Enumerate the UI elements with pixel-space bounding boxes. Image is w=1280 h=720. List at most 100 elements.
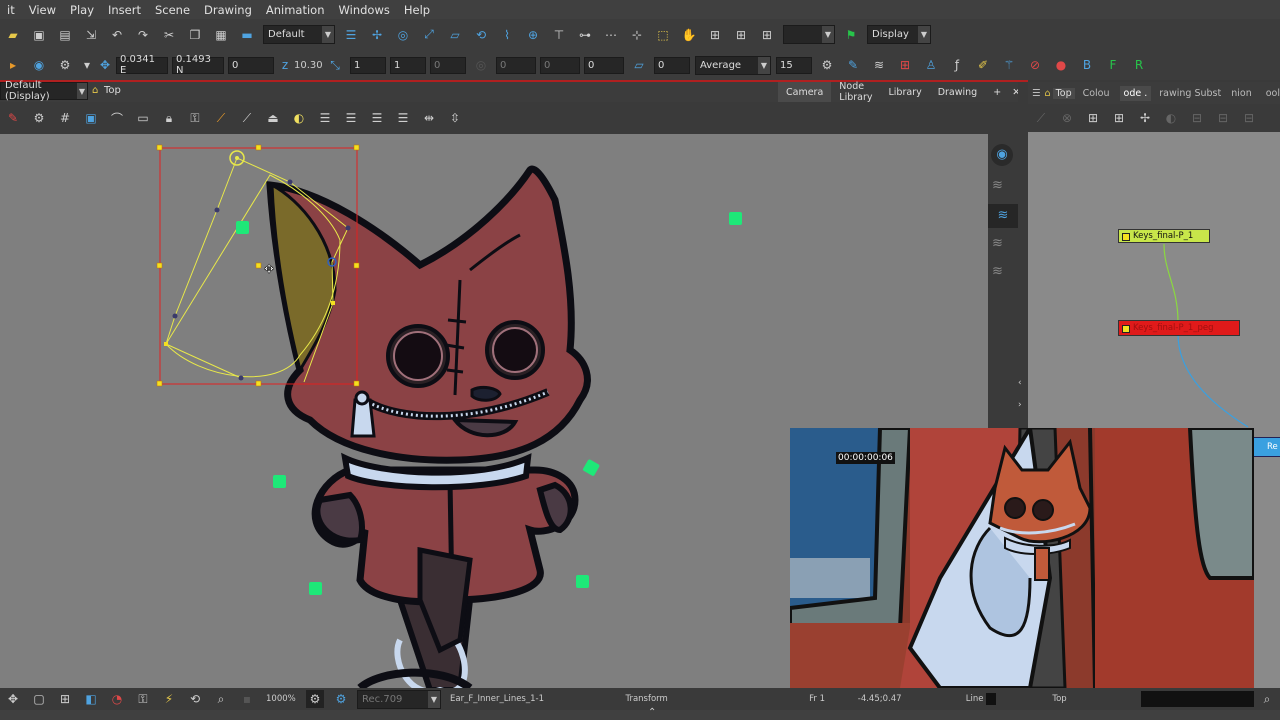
person-icon[interactable]: ♙ xyxy=(922,56,940,74)
pencil-tool-icon[interactable]: ✎ xyxy=(4,109,22,127)
lock-all-icon[interactable]: ⚿ xyxy=(186,109,204,127)
advanced-settings-icon[interactable]: ⚙ xyxy=(818,56,836,74)
transform-icon[interactable]: ⤢ xyxy=(420,26,438,44)
lock-icon[interactable]: 🔒︎ xyxy=(160,109,178,127)
grid-red-icon[interactable]: ⊞ xyxy=(896,56,914,74)
green-f-icon[interactable]: F xyxy=(1104,56,1122,74)
stack-b-icon[interactable]: ☰ xyxy=(342,109,360,127)
onion-icon[interactable]: ⌒ xyxy=(108,109,126,127)
grid-a-icon[interactable]: ⊞ xyxy=(706,26,724,44)
view-breadcrumb[interactable]: Top xyxy=(104,85,121,96)
rotate-a-field[interactable]: 0 xyxy=(496,56,536,74)
scale-x-field[interactable]: 1 xyxy=(350,56,386,74)
function-icon[interactable]: ƒ xyxy=(948,56,966,74)
menu-scene[interactable]: Scene xyxy=(148,3,197,17)
expand-up-icon[interactable]: ⌃ xyxy=(648,707,656,718)
layers-icon[interactable]: ≋ xyxy=(870,56,888,74)
bezier-corner-point[interactable] xyxy=(164,342,168,346)
tab-camera[interactable]: Camera xyxy=(778,82,832,102)
pivot-icon[interactable]: ⊹ xyxy=(628,26,646,44)
line-swatch[interactable] xyxy=(985,693,997,705)
eraser-icon[interactable]: ⊘ xyxy=(1026,56,1044,74)
colour-space-select[interactable]: Rec.709 ▼ xyxy=(357,689,441,709)
crosshair-icon[interactable]: ⊕ xyxy=(524,26,542,44)
flip-v-icon[interactable]: ⇳ xyxy=(446,109,464,127)
stack-d-icon[interactable]: ☰ xyxy=(394,109,412,127)
palette-select[interactable]: Default ▼ xyxy=(263,25,335,44)
status-lock-icon[interactable]: ⚿ xyxy=(134,690,152,708)
stack-c-icon[interactable]: ☰ xyxy=(368,109,386,127)
line-tool-icon[interactable]: ⟋ xyxy=(238,109,256,127)
cut-icon[interactable]: ✂ xyxy=(160,26,178,44)
zoom-level[interactable]: 1000% xyxy=(266,694,302,704)
scale-y-field[interactable]: 1 xyxy=(390,56,426,74)
contour-icon[interactable]: ⌇ xyxy=(498,26,516,44)
collapse-right-icon[interactable]: › xyxy=(1018,400,1022,410)
skew-icon[interactable]: ▱ xyxy=(446,26,464,44)
red-sphere-icon[interactable]: ● xyxy=(1052,56,1070,74)
node-search-field[interactable] xyxy=(1140,691,1254,707)
target-icon[interactable]: ◎ xyxy=(394,26,412,44)
undo-icon[interactable]: ↶ xyxy=(108,26,126,44)
bulb-icon[interactable]: ◐ xyxy=(290,109,308,127)
layers-c-icon[interactable]: ≋ xyxy=(992,236,1003,251)
brush-preset-icon[interactable]: ▬ xyxy=(238,26,256,44)
green-r-icon[interactable]: R xyxy=(1130,56,1148,74)
node-search-icon[interactable]: ⌕ xyxy=(1258,690,1276,708)
node-partial[interactable]: Re xyxy=(1252,437,1280,457)
align-icon[interactable]: ⊤ xyxy=(550,26,568,44)
skew-field[interactable]: 0 xyxy=(654,56,690,74)
collapse-left-icon[interactable]: ‹ xyxy=(1018,378,1022,388)
snap-icon[interactable]: ◉ xyxy=(30,56,48,74)
safe-area-icon[interactable]: ▣ xyxy=(82,109,100,127)
hand-icon[interactable]: ✋ xyxy=(680,26,698,44)
tab-library[interactable]: Library xyxy=(880,82,929,102)
rotate-b-field[interactable]: 0 xyxy=(540,56,580,74)
status-grid-icon[interactable]: ⊞ xyxy=(56,690,74,708)
status-camera-icon[interactable]: ◧ xyxy=(82,690,100,708)
flag-icon[interactable]: ⚑ xyxy=(842,26,860,44)
rotate-icon[interactable]: ⟲ xyxy=(472,26,490,44)
ease-icon[interactable]: ⋯ xyxy=(602,26,620,44)
save-icon[interactable]: ▣ xyxy=(30,26,48,44)
menu-help[interactable]: Help xyxy=(397,3,437,17)
y-field[interactable]: 0.1493 N xyxy=(172,54,224,76)
eye-icon[interactable]: ◉ xyxy=(991,144,1013,166)
keyframe-icon[interactable]: ⊶ xyxy=(576,26,594,44)
settings-icon[interactable]: ⚙ xyxy=(56,56,74,74)
save-all-icon[interactable]: ▤ xyxy=(56,26,74,44)
status-gear-blue-icon[interactable]: ⚙ xyxy=(332,690,350,708)
status-gear-icon[interactable]: ⚙ xyxy=(306,690,324,708)
smooth-value-field[interactable]: 15 xyxy=(776,56,812,74)
node-keys-final-peg[interactable]: Keys_final-P_1_peg xyxy=(1118,320,1240,336)
home-icon[interactable]: ⌂ xyxy=(92,85,98,96)
arrow-tool-icon[interactable]: ▸ xyxy=(4,56,22,74)
bbox-icon[interactable]: ⬚ xyxy=(654,26,672,44)
tab-node-library[interactable]: Node Library xyxy=(831,81,880,103)
cutter-icon[interactable]: ⟋ xyxy=(212,109,230,127)
folder-icon[interactable]: ▰ xyxy=(4,26,22,44)
menu-animation[interactable]: Animation xyxy=(259,3,332,17)
tab-drawing[interactable]: Drawing xyxy=(930,82,986,102)
grid-icon[interactable]: # xyxy=(56,109,74,127)
smooth-mode-select[interactable]: Average ▼ xyxy=(695,55,771,75)
menu-drawing[interactable]: Drawing xyxy=(197,3,259,17)
status-reset-icon[interactable]: ⟲ xyxy=(186,690,204,708)
light-table-icon[interactable]: ▭ xyxy=(134,109,152,127)
status-onion-icon[interactable]: ◔ xyxy=(108,690,126,708)
empty-select[interactable]: ▼ xyxy=(783,25,835,44)
menu-play[interactable]: Play xyxy=(63,3,101,17)
menu-insert[interactable]: Insert xyxy=(101,3,148,17)
z-field[interactable]: 0 xyxy=(228,56,274,74)
drawing-mode-icon[interactable]: ☰ xyxy=(342,26,360,44)
pencil-icon[interactable]: ✐ xyxy=(974,56,992,74)
wand-icon[interactable]: ⚚ xyxy=(1000,56,1018,74)
rotate-c-field[interactable]: 0 xyxy=(584,56,624,74)
layers-a-icon[interactable]: ≋ xyxy=(992,178,1003,193)
camera-display-select[interactable]: Default (Display) ▼ xyxy=(0,80,88,102)
redo-icon[interactable]: ↷ xyxy=(134,26,152,44)
layers-d-icon[interactable]: ≋ xyxy=(992,264,1003,279)
add-tab-icon[interactable]: + xyxy=(985,82,1009,102)
stack-a-icon[interactable]: ☰ xyxy=(316,109,334,127)
layers-b-icon[interactable]: ≋ xyxy=(988,204,1018,228)
